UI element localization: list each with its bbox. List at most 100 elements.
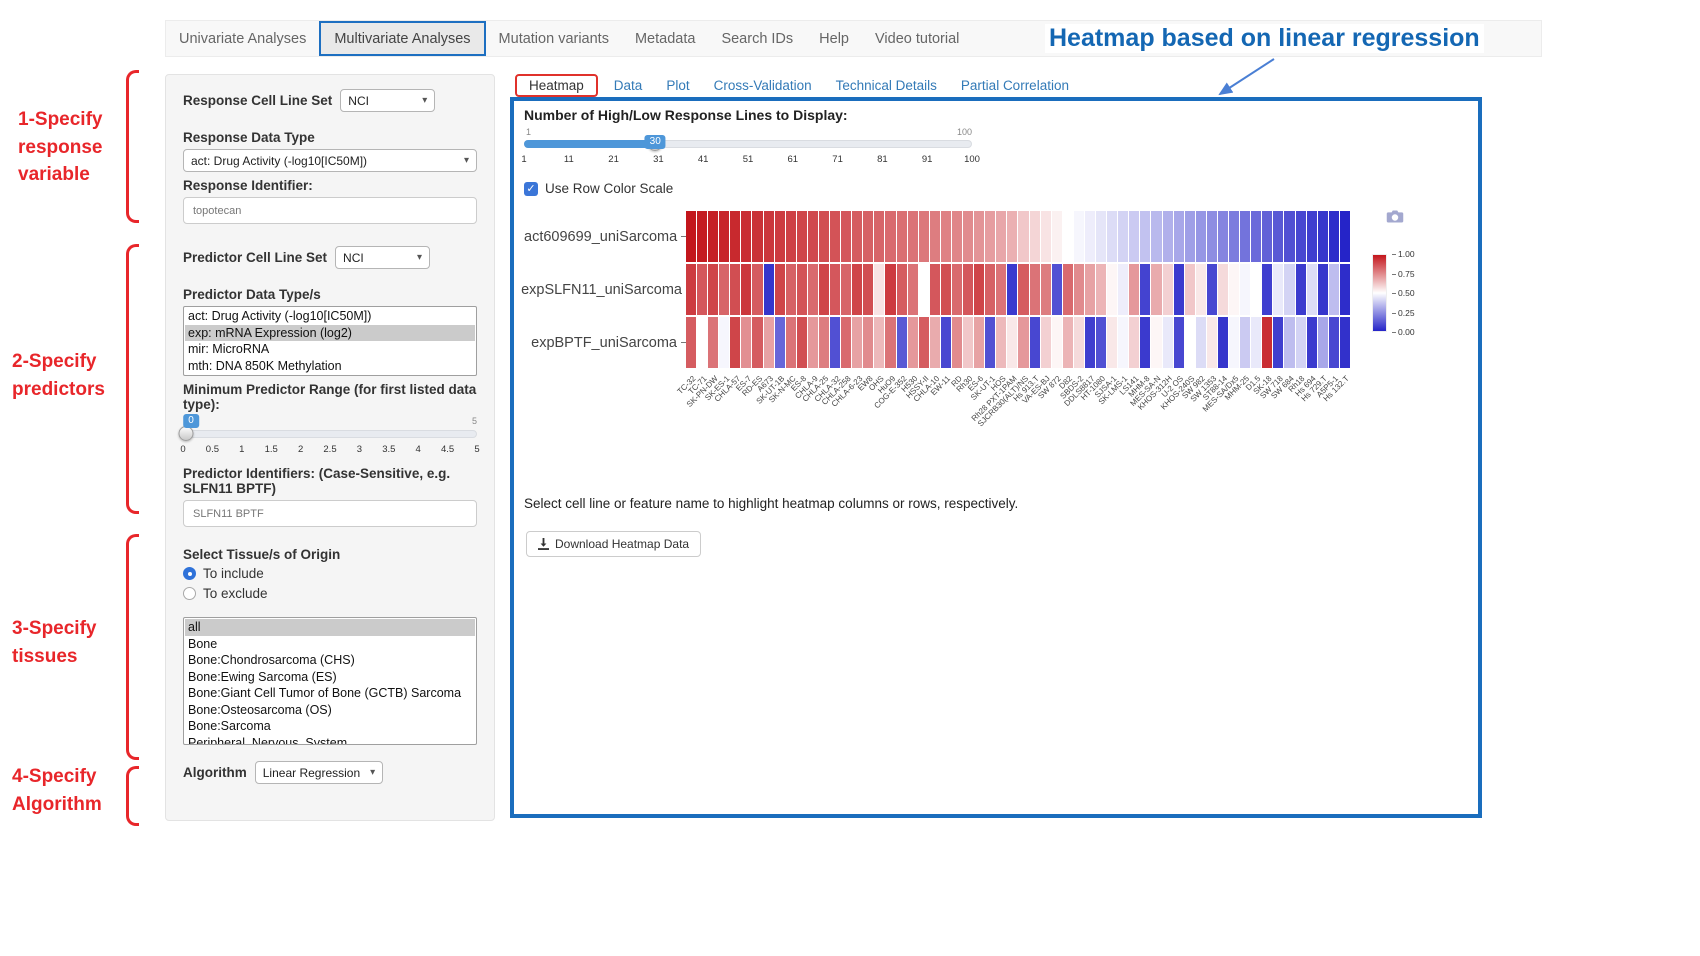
heatmap-cell	[1218, 264, 1228, 315]
slider-tick-2: 2	[298, 444, 303, 455]
heatmap-cell	[1318, 317, 1328, 368]
slider-tick-51: 51	[743, 154, 754, 165]
predictor-identifiers-input[interactable]	[183, 500, 477, 527]
heatmap-cell	[1207, 317, 1217, 368]
option-bone-ewing-sarcoma-es[interactable]: Bone:Ewing Sarcoma (ES)	[185, 669, 475, 686]
heatmap-cell	[841, 264, 851, 315]
heatmap-cell	[1074, 264, 1084, 315]
option-bone[interactable]: Bone	[185, 636, 475, 653]
range-slider-max-label: 5	[472, 416, 477, 426]
heatmap-cell	[1041, 317, 1051, 368]
heatmap-cell	[941, 211, 951, 262]
heatmap-cell	[919, 211, 929, 262]
heatmap-cell	[1229, 317, 1239, 368]
heatmap-cell	[1229, 211, 1239, 262]
tab-heatmap[interactable]: Heatmap	[515, 74, 598, 97]
heatmap-cell	[963, 264, 973, 315]
tab-technical-details[interactable]: Technical Details	[824, 76, 949, 95]
heatmap-row-label-expslfn11-unisarcoma[interactable]: expSLFN11_uniSarcoma	[524, 264, 686, 315]
heatmap-cell	[764, 264, 774, 315]
heatmap-cell	[1329, 211, 1339, 262]
nav-tab-search-ids[interactable]: Search IDs	[708, 21, 806, 56]
option-mth-dna-850k-methylation[interactable]: mth: DNA 850K Methylation	[185, 358, 475, 375]
heatmap-cell	[985, 317, 995, 368]
heatmap-cell	[1207, 264, 1217, 315]
radio-selected-icon	[183, 567, 196, 580]
tissue-include-label: To include	[203, 566, 264, 581]
heatmap-row-label-expbptf-unisarcoma[interactable]: expBPTF_uniSarcoma	[524, 317, 686, 368]
response-data-type-value: act: Drug Activity (-log10[IC50M])	[191, 154, 367, 168]
tab-plot[interactable]: Plot	[654, 76, 701, 95]
tissue-listbox[interactable]: allBoneBone:Chondrosarcoma (CHS)Bone:Ewi…	[183, 617, 477, 745]
tab-partial-correlation[interactable]: Partial Correlation	[949, 76, 1081, 95]
heatmap-cell	[852, 264, 862, 315]
option-act-drug-activity-log10-ic50m[interactable]: act: Drug Activity (-log10[IC50M])	[185, 308, 475, 325]
heatmap-cell	[1052, 317, 1062, 368]
heatmap-cell	[1273, 211, 1283, 262]
heatmap-cell	[852, 211, 862, 262]
heatmap-row-label-act609699-unisarcoma[interactable]: act609699_uniSarcoma	[524, 211, 686, 262]
option-bone-chondrosarcoma-chs[interactable]: Bone:Chondrosarcoma (CHS)	[185, 652, 475, 669]
range-slider-handle[interactable]	[178, 426, 193, 441]
chevron-down-icon: ▾	[370, 767, 375, 778]
option-bone-sarcoma[interactable]: Bone:Sarcoma	[185, 718, 475, 735]
tab-data[interactable]: Data	[602, 76, 655, 95]
option-bone-osteosarcoma-os[interactable]: Bone:Osteosarcoma (OS)	[185, 702, 475, 719]
heatmap-cell	[1096, 264, 1106, 315]
heatmap-cell	[952, 264, 962, 315]
nav-tab-multivariate-analyses[interactable]: Multivariate Analyses	[319, 21, 485, 56]
colorbar-tick-0-00: 0.00	[1392, 327, 1415, 337]
heatmap-cell	[1240, 211, 1250, 262]
predictor-cell-line-set-select[interactable]: NCI ▾	[335, 246, 430, 269]
heatmap-cell	[1063, 264, 1073, 315]
predictor-data-type-listbox[interactable]: act: Drug Activity (-log10[IC50M])exp: m…	[183, 306, 477, 376]
slider-tick-1-5: 1.5	[265, 444, 278, 455]
heatmap-cell	[1240, 317, 1250, 368]
heatmap-cell	[985, 211, 995, 262]
download-heatmap-button[interactable]: Download Heatmap Data	[526, 531, 701, 557]
row-color-scale-checkbox[interactable]: ✓ Use Row Color Scale	[524, 181, 673, 196]
heatmap-cell	[1140, 317, 1150, 368]
heatmap-cell	[1085, 211, 1095, 262]
nav-tab-univariate-analyses[interactable]: Univariate Analyses	[166, 21, 319, 56]
heatmap-cell	[996, 317, 1006, 368]
tab-cross-validation[interactable]: Cross-Validation	[702, 76, 824, 95]
algorithm-select[interactable]: Linear Regression ▾	[255, 761, 383, 784]
heatmap-cell	[897, 317, 907, 368]
annotation-arrow-icon	[1200, 56, 1290, 102]
range-slider-track[interactable]	[183, 430, 477, 438]
nav-tab-metadata[interactable]: Metadata	[622, 21, 708, 56]
lines-slider[interactable]: 1 100 30 1112131415161718191100	[524, 127, 972, 179]
colorbar-tick-0-50: 0.50	[1392, 288, 1415, 298]
heatmap-cell	[1284, 317, 1294, 368]
tissue-include-option[interactable]: To include	[183, 566, 477, 581]
heatmap-cell	[1140, 264, 1150, 315]
response-cell-line-set-select[interactable]: NCI ▾	[340, 89, 435, 112]
response-identifier-input[interactable]	[183, 197, 477, 224]
option-bone-giant-cell-tumor-of-bone-gctb-sarcoma[interactable]: Bone:Giant Cell Tumor of Bone (GCTB) Sar…	[185, 685, 475, 702]
slider-tick-71: 71	[832, 154, 843, 165]
heatmap-cell	[1085, 264, 1095, 315]
heatmap-cell	[1129, 317, 1139, 368]
chevron-down-icon: ▾	[422, 95, 427, 106]
heatmap-grid[interactable]	[686, 211, 1350, 368]
heatmap-cell	[1251, 211, 1261, 262]
heatmap-cell	[1218, 211, 1228, 262]
nav-tab-mutation-variants[interactable]: Mutation variants	[486, 21, 622, 56]
camera-icon[interactable]	[1386, 209, 1404, 229]
option-exp-mrna-expression-log2[interactable]: exp: mRNA Expression (log2)	[185, 325, 475, 342]
tissue-exclude-option[interactable]: To exclude	[183, 586, 477, 601]
heatmap-cell	[1052, 211, 1062, 262]
headline-annotation: Heatmap based on linear regression	[1045, 24, 1484, 53]
option-mir-microrna[interactable]: mir: MicroRNA	[185, 341, 475, 358]
heatmap-cell	[708, 211, 718, 262]
step4-label: 4-Specify Algorithm	[12, 763, 132, 818]
response-data-type-select[interactable]: act: Drug Activity (-log10[IC50M]) ▾	[183, 149, 477, 172]
option-peripheral-nervous-system[interactable]: Peripheral_Nervous_System	[185, 735, 475, 746]
min-predictor-range-slider[interactable]: 0 5 00.511.522.533.544.55	[183, 414, 477, 458]
nav-tab-help[interactable]: Help	[806, 21, 862, 56]
nav-tab-video-tutorial[interactable]: Video tutorial	[862, 21, 972, 56]
heatmap-cell	[1174, 317, 1184, 368]
heatmap-cell	[686, 211, 696, 262]
option-all[interactable]: all	[185, 619, 475, 636]
